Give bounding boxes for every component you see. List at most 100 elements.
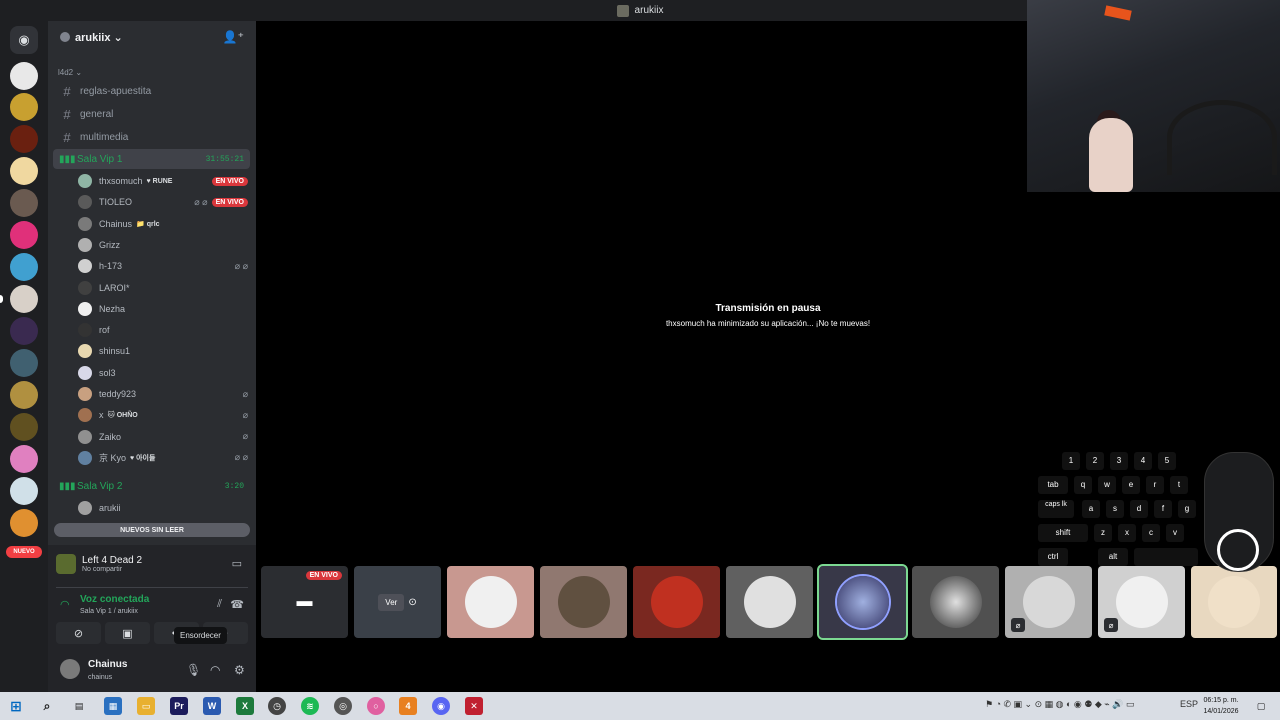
voice-user[interactable]: LAROI* — [78, 278, 248, 298]
headphones-icon[interactable]: ◠ — [210, 663, 220, 677]
voice-activity-icon: ▮▮▮ — [59, 480, 76, 492]
new-unread-button[interactable]: NUEVOS SIN LEER — [54, 523, 250, 537]
settings-gear-icon[interactable]: ⚙ — [234, 663, 245, 677]
windows-taskbar: ⊞ ⌕ ▤ ▦ ▭ Pr W X ◷ ≋ ◎ ○ 4 ◉ ✕ ⚑ ◔ ✆ ▣ ⌄… — [0, 692, 1280, 720]
camera-off-button[interactable]: ⊘ — [56, 622, 101, 644]
guild-icon[interactable] — [10, 253, 38, 281]
participant-tile[interactable] — [817, 564, 908, 640]
voice-channel-sala-vip-2[interactable]: ▮▮▮ Sala Vip 2 3:20 — [53, 476, 250, 496]
left4dead-icon[interactable]: 4 — [399, 697, 417, 715]
voice-user[interactable]: Zaiko ⌀ — [78, 427, 248, 447]
store-icon[interactable]: ▦ — [104, 697, 122, 715]
voice-user[interactable]: arukii — [78, 498, 248, 518]
participant-tile[interactable] — [1191, 566, 1277, 638]
key: g — [1178, 500, 1196, 518]
disconnect-icon[interactable]: ☎ — [230, 598, 244, 611]
user-name[interactable]: Chainus — [88, 659, 127, 670]
voice-user[interactable]: Grizz — [78, 235, 248, 255]
stream-tile[interactable]: Ver ⊙ — [354, 566, 441, 638]
tray-icons[interactable]: ⚑ ◔ ✆ ▣ ⌄ ⊙ ▦ ◍ ◐ ◉ ⚉ ◆ ⌁ 🔊 ▭ — [985, 699, 1134, 710]
guild-icon[interactable] — [10, 157, 38, 185]
voice-user[interactable]: x 🐱 OHÑO ⌀ — [78, 405, 248, 425]
user-tag: chainus — [88, 674, 113, 681]
key: d — [1130, 500, 1148, 518]
voice-connected-subtitle[interactable]: Sala Vip 1 / arukiix — [80, 608, 138, 615]
voice-user[interactable]: Nezha — [78, 299, 248, 319]
guild-icon[interactable] — [10, 349, 38, 377]
discord-icon[interactable]: ◉ — [432, 697, 450, 715]
voice-user[interactable]: thxsomuch ♥ RUNE EN VIVO — [78, 171, 248, 191]
voice-user[interactable]: Chainus 📁 qrlc — [78, 214, 248, 234]
participant-tile[interactable] — [540, 566, 627, 638]
microphone-icon[interactable]: 🎙 — [186, 663, 201, 677]
voice-user[interactable]: rof — [78, 320, 248, 340]
muted-mic-icon: ⌀ — [1011, 618, 1025, 632]
avatar — [743, 576, 796, 628]
guild-icon[interactable] — [10, 477, 38, 505]
participant-tile[interactable] — [726, 566, 813, 638]
guild-icon[interactable] — [10, 285, 38, 313]
file-explorer-icon[interactable]: ▭ — [137, 697, 155, 715]
obs-icon[interactable]: ◎ — [334, 697, 352, 715]
guild-icon[interactable] — [10, 317, 38, 345]
language-indicator[interactable]: ESP — [1180, 699, 1198, 709]
voice-user[interactable]: shinsu1 — [78, 341, 248, 361]
app-icon[interactable]: ○ — [367, 697, 385, 715]
channel-general[interactable]: # general — [54, 104, 250, 124]
voice-user[interactable]: TIOLEO ⌀ ⌀ EN VIVO — [78, 192, 248, 212]
guild-icon[interactable] — [10, 413, 38, 441]
server-header[interactable]: arukiix ⌄ 👤⁺ — [48, 21, 256, 53]
voice-user[interactable]: teddy923 ⌀ — [78, 384, 248, 404]
premiere-icon[interactable]: Pr — [170, 697, 188, 715]
guild-icon[interactable] — [10, 93, 38, 121]
discord-home-icon[interactable]: ◉ — [10, 26, 38, 54]
notifications-icon[interactable]: ▢ — [1252, 697, 1270, 715]
voice-user[interactable]: sol3 — [78, 363, 248, 383]
channel-category[interactable]: l4d2 ⌄ — [58, 68, 82, 77]
pop-out-icon[interactable]: ⊙ — [408, 597, 416, 608]
app-icon[interactable]: ✕ — [465, 697, 483, 715]
new-badge: NUEVO — [6, 546, 42, 558]
participant-tile[interactable] — [447, 566, 534, 638]
mouse-click-indicator — [1217, 529, 1259, 571]
task-view-icon[interactable]: ▤ — [70, 697, 88, 715]
guild-icon[interactable] — [10, 62, 38, 90]
guild-icon[interactable] — [10, 445, 38, 473]
clock-app-icon[interactable]: ◷ — [268, 697, 286, 715]
word-icon[interactable]: W — [203, 697, 221, 715]
key: a — [1082, 500, 1100, 518]
participant-tile[interactable] — [633, 566, 720, 638]
guild-icon[interactable] — [10, 509, 38, 537]
share-screen-icon[interactable]: ▭ — [232, 557, 242, 570]
guild-icon[interactable] — [10, 381, 38, 409]
guild-icon[interactable] — [10, 221, 38, 249]
clock[interactable]: 06:15 p. m. 14/01/2026 — [1200, 695, 1242, 717]
voice-channel-sala-vip-1[interactable]: ▮▮▮ Sala Vip 1 31:55:21 — [53, 149, 250, 169]
key: c — [1142, 524, 1160, 542]
stream-tile[interactable]: EN VIVO ▬ — [261, 566, 348, 638]
excel-icon[interactable]: X — [236, 697, 254, 715]
avatar — [557, 576, 610, 628]
windows-start-icon[interactable]: ⊞ — [7, 697, 25, 715]
voice-connected-title[interactable]: Voz conectada — [80, 594, 149, 605]
channel-reglas-apuestita[interactable]: # reglas-apuestita — [54, 81, 250, 101]
voice-user-name: Zaiko — [99, 431, 122, 442]
screen-share-button[interactable]: ▣ — [105, 622, 150, 644]
channel-multimedia[interactable]: # multimedia — [54, 127, 250, 147]
noise-suppression-icon[interactable]: ⫽ — [217, 598, 222, 611]
search-icon[interactable]: ⌕ — [38, 697, 56, 715]
add-user-icon[interactable]: 👤⁺ — [223, 30, 244, 44]
voice-user[interactable]: h-173 ⌀ ⌀ — [78, 256, 248, 276]
voice-user[interactable]: 京 Kyo ♥ 아이들 ⌀ ⌀ — [78, 448, 248, 468]
muted-icon: ⌀ ⌀ — [234, 260, 248, 271]
guild-icon[interactable] — [10, 125, 38, 153]
avatar[interactable] — [60, 659, 80, 679]
spotify-icon[interactable]: ≋ — [301, 697, 319, 715]
voice-user-status: EN VIVO — [211, 176, 248, 186]
avatar — [78, 408, 92, 423]
participant-tile[interactable]: ⌀ — [1098, 566, 1185, 638]
participant-tile[interactable]: ⌀ — [1005, 566, 1092, 638]
guild-icon[interactable] — [10, 189, 38, 217]
watch-button[interactable]: Ver — [378, 593, 405, 611]
participant-tile[interactable] — [912, 566, 999, 638]
